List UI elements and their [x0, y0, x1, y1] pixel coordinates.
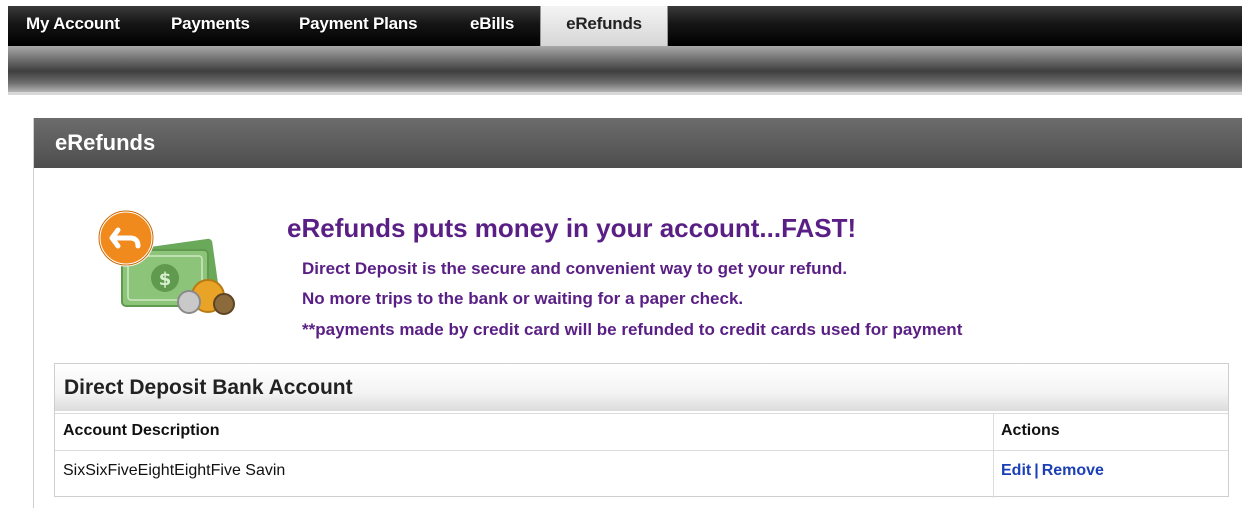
tab-erefunds[interactable]: eRefunds — [540, 6, 668, 46]
refund-money-icon: $ — [97, 210, 235, 315]
tab-my-account[interactable]: My Account — [26, 6, 120, 42]
column-header-actions: Actions — [1001, 422, 1060, 439]
panel-title: eRefunds — [34, 118, 1242, 168]
top-nav: My Account Payments Payment Plans eBills… — [8, 6, 1242, 46]
bank-account-table: Direct Deposit Bank Account Account Desc… — [54, 363, 1229, 498]
column-header-account-description: Account Description — [63, 422, 220, 439]
promo-line-3: **payments made by credit card will be r… — [302, 320, 963, 339]
promo-headline: eRefunds puts money in your account...FA… — [287, 213, 857, 243]
tab-payment-plans[interactable]: Payment Plans — [299, 6, 418, 42]
svg-text:$: $ — [159, 269, 172, 290]
divider — [8, 92, 1242, 95]
sub-nav-bar — [8, 46, 1242, 92]
tab-ebills[interactable]: eBills — [470, 6, 514, 42]
promo-line-1: Direct Deposit is the secure and conveni… — [302, 259, 848, 278]
tab-payments[interactable]: Payments — [171, 6, 250, 42]
remove-link[interactable]: Remove — [1042, 462, 1104, 479]
row-actions: Edit | Remove — [1001, 451, 1104, 491]
table-title: Direct Deposit Bank Account — [55, 364, 1228, 411]
column-divider — [993, 414, 994, 498]
edit-link[interactable]: Edit — [1001, 462, 1031, 479]
action-separator: | — [1034, 462, 1039, 479]
account-description: SixSixFiveEightEightFive Savin — [63, 462, 286, 479]
promo-line-2: No more trips to the bank or waiting for… — [302, 289, 744, 308]
